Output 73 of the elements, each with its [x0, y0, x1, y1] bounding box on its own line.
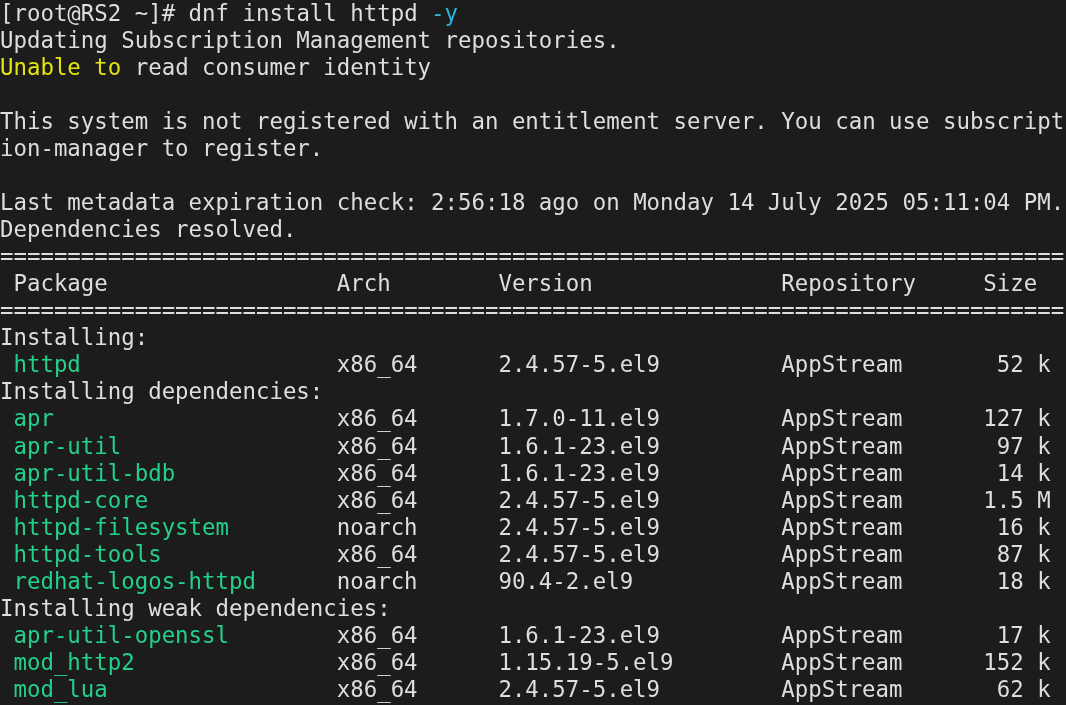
package-name: redhat-logos-httpd [13, 567, 257, 595]
package-arch: x86_64 [336, 621, 419, 649]
package-size: 1.5 M [983, 486, 1051, 514]
shell-prompt: [root@RS2 ~]# [0, 0, 176, 26]
package-version: 2.4.57-5.el9 [498, 513, 662, 541]
package-size: 62 k [996, 675, 1051, 703]
package-size: 52 k [996, 351, 1051, 379]
package-arch: noarch [336, 567, 419, 595]
output-line: Dependencies resolved. [0, 216, 297, 243]
column-header: Version [498, 270, 594, 298]
package-size: 14 k [996, 459, 1051, 487]
package-version: 1.6.1-23.el9 [498, 432, 662, 460]
package-name: httpd-core [13, 486, 150, 514]
column-header: Size [983, 270, 1038, 298]
package-arch: x86_64 [336, 351, 419, 379]
package-repository: AppStream [781, 432, 904, 460]
package-repository: AppStream [781, 351, 904, 379]
section-heading: Installing weak dependencies: [0, 594, 391, 621]
package-version: 1.6.1-23.el9 [498, 459, 662, 487]
package-size: 127 k [983, 405, 1051, 433]
package-version: 1.15.19-5.el9 [498, 648, 675, 676]
package-repository: AppStream [781, 567, 904, 595]
package-version: 2.4.57-5.el9 [498, 675, 662, 703]
package-size: 87 k [996, 540, 1051, 568]
package-name: mod_lua [13, 675, 108, 703]
package-arch: x86_64 [336, 405, 419, 433]
package-arch: x86_64 [336, 648, 419, 676]
package-repository: AppStream [781, 486, 904, 514]
package-name: httpd [13, 351, 82, 379]
package-arch: x86_64 [336, 432, 419, 460]
package-repository: AppStream [781, 513, 904, 541]
package-name: mod_http2 [13, 648, 136, 676]
package-repository: AppStream [781, 459, 904, 487]
package-arch: x86_64 [336, 540, 419, 568]
column-header: Repository [781, 270, 916, 298]
package-repository: AppStream [781, 675, 904, 703]
package-version: 1.6.1-23.el9 [498, 621, 662, 649]
package-version: 2.4.57-5.el9 [498, 540, 662, 568]
package-name: apr-util [13, 432, 123, 460]
package-repository: AppStream [781, 540, 904, 568]
package-name: apr-util-bdb [13, 459, 177, 487]
package-arch: x86_64 [336, 486, 419, 514]
package-arch: noarch [336, 513, 419, 541]
package-repository: AppStream [781, 405, 904, 433]
output-line: ion-manager to register. [0, 135, 324, 162]
package-name: apr-util-openssl [13, 621, 230, 649]
package-size: 152 k [983, 648, 1051, 676]
package-size: 17 k [996, 621, 1051, 649]
output-line: Last metadata expiration check: 2:56:18 ago on Monday 14 July 2025 05:11:04 PM. [0, 189, 1065, 216]
package-name: httpd-tools [13, 540, 163, 568]
output-line: Unable to read consumer identity [0, 54, 432, 81]
package-name: httpd-filesystem [13, 513, 230, 541]
column-header: Arch [336, 270, 392, 298]
package-version: 1.7.0-11.el9 [498, 405, 662, 433]
output-line: Updating Subscription Management repositories. [0, 27, 620, 54]
separator-text: =============================================================================== [0, 243, 1065, 270]
package-repository: AppStream [781, 648, 904, 676]
command-text: dnf install httpd -y [188, 0, 459, 26]
package-size: 97 k [996, 432, 1051, 460]
output-line: This system is not registered with an entitlement server. You can use subscript [0, 108, 1065, 135]
package-size: 16 k [996, 513, 1051, 541]
section-heading: Installing dependencies: [0, 378, 324, 405]
package-version: 90.4-2.el9 [498, 567, 635, 595]
package-name: apr [13, 405, 55, 433]
package-arch: x86_64 [336, 675, 419, 703]
column-header: Package [13, 270, 109, 298]
section-heading: Installing: [0, 324, 149, 351]
package-version: 2.4.57-5.el9 [498, 486, 662, 514]
package-repository: AppStream [781, 621, 904, 649]
package-version: 2.4.57-5.el9 [498, 351, 662, 379]
package-size: 18 k [996, 567, 1051, 595]
separator-text: =============================================================================== [0, 297, 1065, 324]
package-arch: x86_64 [336, 459, 419, 487]
